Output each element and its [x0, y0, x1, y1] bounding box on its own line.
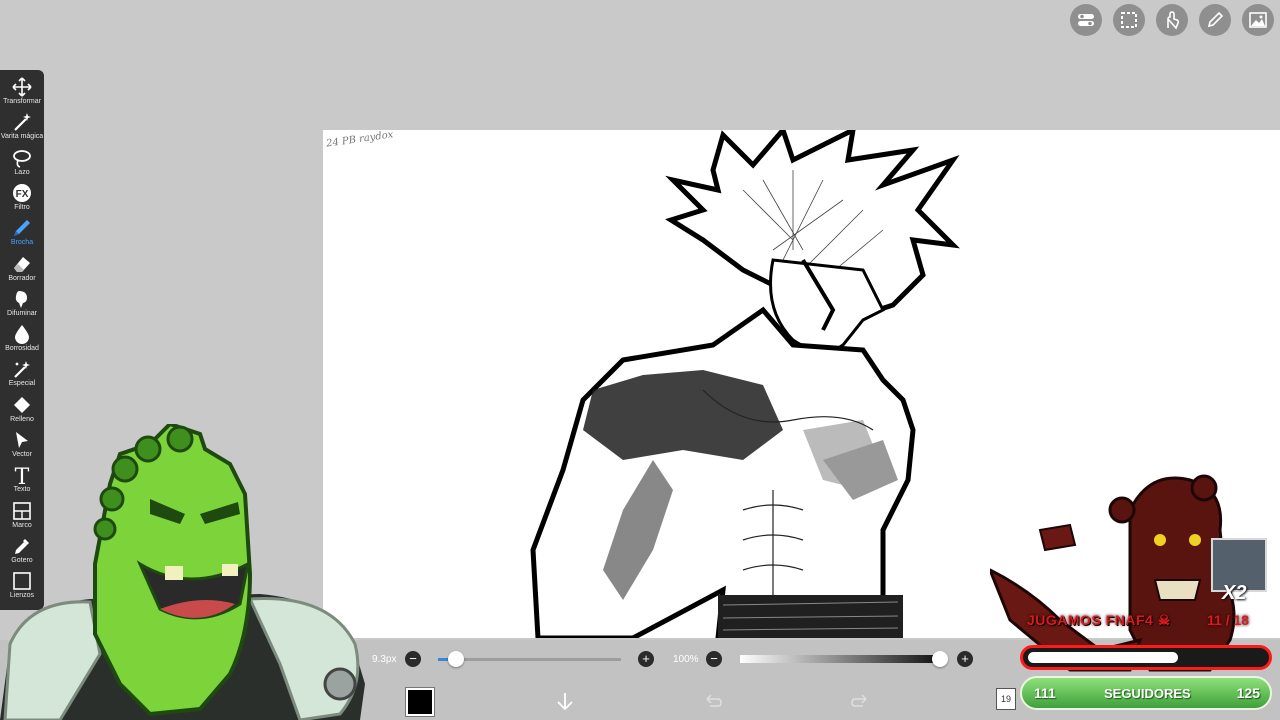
- tool-label: Borrosidad: [5, 345, 39, 353]
- game-counter: 11 / 18: [1207, 612, 1250, 628]
- size-minus-button[interactable]: −: [405, 651, 421, 667]
- goal-progress-fill: [1028, 652, 1178, 663]
- blur-icon: [11, 323, 33, 345]
- tool-eraser[interactable]: Borrador: [0, 253, 44, 288]
- brush-size-value: 9.3px: [372, 654, 397, 665]
- tool-label: Relleno: [10, 415, 34, 423]
- opacity-slider[interactable]: [740, 651, 948, 667]
- fx-icon: FX: [11, 182, 33, 204]
- smudge-icon: [11, 288, 33, 310]
- eraser-icon: [11, 253, 33, 275]
- tool-label: Brocha: [10, 239, 34, 247]
- image-icon[interactable]: [1242, 4, 1274, 36]
- tool-brush[interactable]: Brocha: [0, 217, 44, 252]
- bottom-actions: [400, 684, 1000, 718]
- toggle-icon[interactable]: [1070, 4, 1102, 36]
- down-arrow-icon[interactable]: [550, 686, 580, 716]
- fill-icon: [11, 394, 33, 416]
- color-swatch[interactable]: [406, 688, 434, 716]
- tool-move[interactable]: Transformar: [0, 76, 44, 111]
- special-icon: [11, 358, 33, 380]
- tool-smudge[interactable]: Difuminar: [0, 288, 44, 323]
- goal-progress-bar: [1020, 645, 1272, 670]
- brush-settings-row: 9.3px − + 100% − +: [360, 650, 1000, 676]
- tool-special[interactable]: Especial: [0, 358, 44, 393]
- tool-label: Difuminar: [7, 309, 37, 317]
- game-goal-text: JUGAMOS FNAF4 ☠: [1027, 612, 1171, 629]
- tool-fx[interactable]: FX Filtro: [0, 182, 44, 217]
- top-toolbar: [1070, 4, 1274, 36]
- opacity-value: 100%: [673, 654, 699, 665]
- tool-label: Borrador: [8, 274, 36, 282]
- size-plus-button[interactable]: +: [638, 651, 654, 667]
- green-alien-mascot: [0, 424, 365, 720]
- multiplier-badge: X2: [1222, 582, 1247, 604]
- tool-label: Especial: [8, 380, 36, 388]
- lasso-icon: [11, 147, 33, 169]
- opacity-minus-button[interactable]: −: [706, 651, 722, 667]
- followers-goal-bar: 111 SEGUIDORES 125: [1020, 676, 1272, 710]
- tool-label: Filtro: [14, 203, 30, 211]
- tool-label: Varita mágica: [0, 133, 44, 141]
- ibispaint-app: 24 PB raydox Transformar Varita mágica Laz…: [0, 0, 1280, 720]
- svg-text:FX: FX: [16, 189, 29, 200]
- opacity-knob[interactable]: [932, 651, 948, 667]
- brush-size-slider[interactable]: [438, 651, 621, 667]
- skull-icon: ☠: [1157, 612, 1171, 628]
- tool-lasso[interactable]: Lazo: [0, 147, 44, 182]
- tool-label: Transformar: [3, 98, 41, 105]
- followers-current: 111: [1034, 685, 1056, 701]
- brush-size-knob[interactable]: [448, 651, 465, 667]
- pen-icon[interactable]: [1199, 4, 1231, 36]
- redo-icon[interactable]: [845, 686, 875, 716]
- selection-icon[interactable]: [1113, 4, 1145, 36]
- brush-icon: [11, 217, 33, 239]
- move-icon: [11, 76, 33, 98]
- hand-icon[interactable]: [1156, 4, 1188, 36]
- tool-label: Lazo: [14, 168, 30, 176]
- undo-icon[interactable]: [698, 686, 728, 716]
- tool-blur[interactable]: Borrosidad: [0, 323, 44, 358]
- magic-wand-icon: [11, 111, 33, 133]
- followers-goal: 125: [1236, 685, 1260, 701]
- game-goal-label: JUGAMOS FNAF4: [1027, 612, 1154, 628]
- opacity-plus-button[interactable]: +: [957, 651, 973, 667]
- tool-magic-wand[interactable]: Varita mágica: [0, 111, 44, 146]
- followers-label: SEGUIDORES: [1104, 686, 1191, 701]
